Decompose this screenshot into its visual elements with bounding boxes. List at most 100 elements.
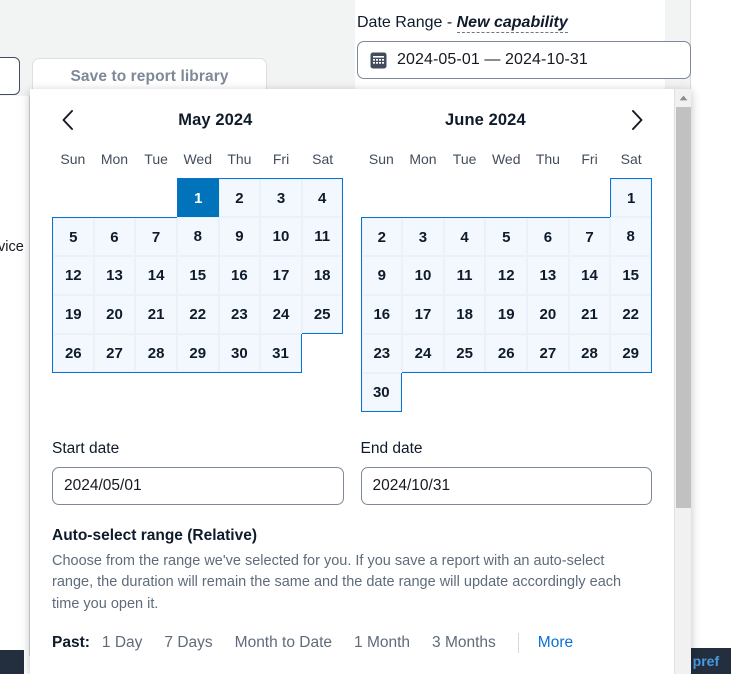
relative-range-more-link[interactable]: More	[538, 634, 573, 652]
calendar-day-may-18[interactable]: 18	[301, 256, 344, 295]
calendar-day-june-5[interactable]: 5	[485, 217, 528, 256]
date-range-label-text: Date Range	[357, 14, 443, 31]
calendar-day-number: 5	[502, 228, 511, 246]
calendar-day-june-22[interactable]: 22	[610, 295, 652, 334]
background-left-control[interactable]	[0, 57, 20, 95]
calendar-day-june-17[interactable]: 17	[402, 295, 444, 334]
calendar-day-may-16[interactable]: 16	[218, 256, 261, 295]
calendar-day-may-31[interactable]: 31	[260, 334, 302, 373]
calendar-day-may-13[interactable]: 13	[93, 256, 136, 295]
calendar-day-june-14[interactable]: 14	[568, 256, 611, 295]
calendar-day-may-5[interactable]: 5	[52, 217, 94, 256]
calendar-day-june-24[interactable]: 24	[402, 334, 444, 373]
calendar-day-may-9[interactable]: 9	[218, 217, 261, 256]
weekday-right-mon: Mon	[409, 151, 437, 167]
calendar-day-may-11[interactable]: 11	[301, 217, 344, 256]
calendar-day-may-14[interactable]: 14	[135, 256, 177, 295]
calendar-day-may-22[interactable]: 22	[176, 295, 219, 334]
end-date-input[interactable]: 2024/10/31	[360, 467, 652, 505]
calendar-day-number: 13	[106, 267, 123, 284]
month-title-right: June 2024	[445, 110, 526, 129]
calendar-day-june-21[interactable]: 21	[568, 295, 611, 334]
calendar-day-number: 3	[276, 189, 286, 207]
calendar-day-june-6[interactable]: 6	[527, 217, 569, 256]
calendar-day-number: 30	[372, 383, 390, 401]
calendar-day-number: 17	[414, 306, 432, 323]
calendar-day-june-25[interactable]: 25	[443, 334, 486, 373]
calendar-day-may-19[interactable]: 19	[52, 295, 94, 334]
calendar-day-may-10[interactable]: 10	[260, 217, 302, 256]
calendar-day-may-1[interactable]: 1	[176, 178, 219, 217]
calendar-day-june-27[interactable]: 27	[527, 334, 569, 373]
calendar-day-june-19[interactable]: 19	[485, 295, 528, 334]
calendar-day-june-18[interactable]: 18	[443, 295, 486, 334]
calendar-day-may-12[interactable]: 12	[52, 256, 94, 295]
calendar-day-june-13[interactable]: 13	[527, 256, 569, 295]
calendar-day-june-26[interactable]: 26	[485, 334, 528, 373]
calendar-day-june-11[interactable]: 11	[443, 256, 486, 295]
calendar-day-may-20[interactable]: 20	[93, 295, 136, 334]
calendar-day-may-25[interactable]: 25	[301, 295, 344, 334]
calendar-day-may-15[interactable]: 15	[176, 256, 219, 295]
calendar-day-number: 19	[64, 306, 82, 323]
weekday-left-tue: Tue	[144, 151, 168, 167]
calendar-day-blank	[402, 373, 444, 412]
calendar-day-june-15[interactable]: 15	[610, 256, 652, 295]
previous-month-button[interactable]	[52, 105, 82, 135]
calendar-icon	[370, 52, 387, 69]
calendar-day-may-26[interactable]: 26	[52, 334, 94, 373]
calendar-day-may-24[interactable]: 24	[260, 295, 302, 334]
past-options-host: 1 Day 7 Days Month to Date 1 Month 3 Months M…	[102, 632, 573, 653]
calendar-day-june-1[interactable]: 1	[610, 178, 652, 217]
date-range-input[interactable]: 2024-05-01 — 2024-10-31	[357, 41, 691, 79]
calendar-day-blank	[444, 373, 486, 412]
calendar-day-june-4[interactable]: 4	[443, 217, 486, 256]
calendar-day-june-9[interactable]: 9	[360, 256, 403, 295]
calendar-day-june-29[interactable]: 29	[610, 334, 652, 373]
calendar-day-may-4[interactable]: 4	[301, 178, 344, 217]
calendar-day-blank	[94, 178, 136, 217]
calendar-day-june-30[interactable]: 30	[360, 373, 403, 412]
calendar-day-may-3[interactable]: 3	[260, 178, 302, 217]
calendar-day-may-27[interactable]: 27	[93, 334, 136, 373]
calendar-day-number: 25	[456, 344, 473, 362]
calendar-day-june-2[interactable]: 2	[360, 217, 403, 256]
calendar-day-june-12[interactable]: 12	[485, 256, 528, 295]
new-capability-badge[interactable]: New capability	[456, 14, 568, 33]
relative-range-option-1-day[interactable]: 1 Day	[102, 634, 143, 652]
scrollbar-thumb[interactable]	[676, 107, 691, 508]
calendar-day-may-29[interactable]: 29	[176, 334, 219, 373]
relative-range-option-7-days[interactable]: 7 Days	[164, 634, 212, 652]
calendar-day-june-8[interactable]: 8	[610, 217, 652, 256]
scrollbar-up-arrow[interactable]	[675, 89, 691, 106]
calendar-day-number: 3	[418, 228, 428, 246]
next-month-button[interactable]	[622, 105, 652, 135]
calendar-day-number: 11	[314, 228, 331, 245]
relative-range-option-3-months[interactable]: 3 Months	[432, 634, 496, 652]
popover-scrollbar[interactable]	[674, 89, 691, 674]
end-date-field: End date 2024/10/31	[360, 440, 652, 505]
calendar-day-may-23[interactable]: 23	[218, 295, 261, 334]
calendar-day-may-28[interactable]: 28	[135, 334, 177, 373]
weekday-left-mon: Mon	[100, 151, 129, 167]
calendar-day-june-20[interactable]: 20	[527, 295, 569, 334]
relative-range-option-1-month[interactable]: 1 Month	[354, 634, 410, 652]
calendar-day-may-2[interactable]: 2	[218, 178, 261, 217]
screen: Save to report library vice Date Range -…	[0, 0, 731, 674]
start-date-input[interactable]: 2024/05/01	[52, 467, 344, 505]
weekday-right-fri: Fri	[581, 151, 598, 167]
calendar-day-may-30[interactable]: 30	[218, 334, 261, 373]
calendar-day-may-6[interactable]: 6	[93, 217, 136, 256]
calendar-day-june-23[interactable]: 23	[360, 334, 403, 373]
calendar-day-may-21[interactable]: 21	[135, 295, 177, 334]
relative-range-option-month-to-date[interactable]: Month to Date	[235, 634, 332, 652]
calendar-day-may-7[interactable]: 7	[135, 217, 177, 256]
calendar-day-may-8[interactable]: 8	[176, 217, 219, 256]
calendar-day-june-3[interactable]: 3	[402, 217, 444, 256]
calendar-day-june-10[interactable]: 10	[402, 256, 444, 295]
calendar-day-june-28[interactable]: 28	[568, 334, 611, 373]
calendar-day-june-7[interactable]: 7	[568, 217, 611, 256]
calendar-day-june-16[interactable]: 16	[360, 295, 403, 334]
calendar-day-may-17[interactable]: 17	[260, 256, 302, 295]
calendar-day-number: 30	[231, 344, 248, 362]
